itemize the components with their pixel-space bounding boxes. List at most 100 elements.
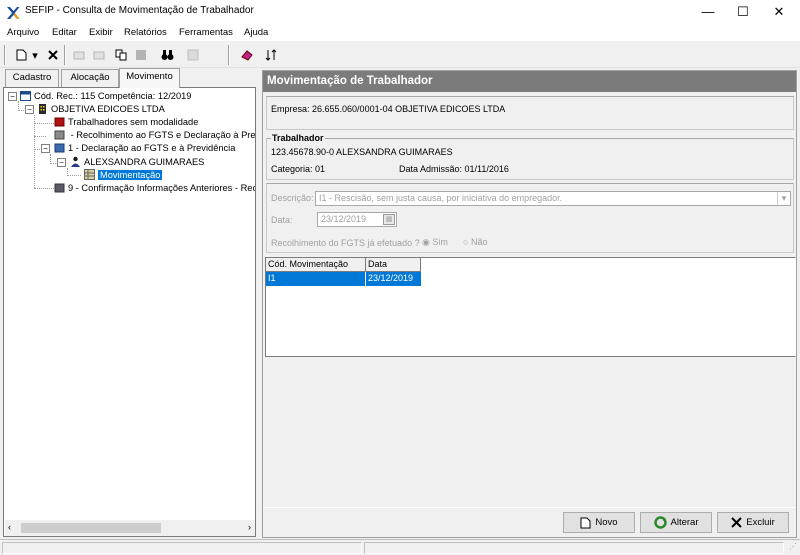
- sefip-logo-icon: [7, 7, 20, 19]
- tree-node-label: OBJETIVA EDICOES LTDA: [51, 104, 165, 114]
- tree-line: [34, 188, 54, 189]
- data-label: Data:: [271, 215, 293, 225]
- status-segment: [2, 542, 362, 554]
- worker-category: Categoria: 01: [271, 164, 326, 174]
- menu-editar[interactable]: Editar: [52, 27, 77, 38]
- calendar-picker-icon[interactable]: ▦: [383, 214, 395, 225]
- tree-node-no-modality[interactable]: Trabalhadores sem modalidade: [54, 116, 198, 129]
- menu-ajuda[interactable]: Ajuda: [244, 27, 268, 38]
- worker-icon: [71, 156, 80, 167]
- refresh-icon: [653, 516, 667, 529]
- new-document-icon[interactable]: [12, 45, 30, 65]
- status-bar: ⋰: [0, 539, 800, 555]
- detail-panel: Movimentação de Trabalhador Empresa: 26.…: [262, 70, 797, 538]
- folder-blue-icon: [54, 143, 65, 153]
- radio-nao-label: Não: [470, 237, 488, 247]
- tab-cadastro[interactable]: Cadastro: [5, 69, 59, 87]
- copy-icon[interactable]: [112, 45, 130, 65]
- grid-header-cod[interactable]: Cód. Movimentação: [266, 258, 366, 272]
- tree-node-modality-9[interactable]: 9 - Confirmação Informações Anteriores -…: [54, 182, 256, 195]
- excluir-label: Excluir: [746, 517, 775, 528]
- tab-alocacao[interactable]: Alocação: [61, 69, 119, 87]
- tree-node-label: Trabalhadores sem modalidade: [68, 117, 199, 127]
- worker-info: 123.45678.90-0 ALEXSANDRA GUIMARAES: [271, 147, 453, 157]
- stop-icon[interactable]: [132, 45, 150, 65]
- radio-sim-label: Sim: [432, 237, 448, 247]
- tree-line: [34, 136, 46, 137]
- grid-header-data[interactable]: Data: [366, 258, 421, 272]
- menu-relatorios[interactable]: Relatórios: [124, 27, 167, 38]
- grid-cell-data[interactable]: 23/12/2019: [366, 272, 421, 286]
- building-icon: [39, 104, 46, 114]
- date-field[interactable]: 23/12/2019 ▦: [317, 212, 397, 227]
- folder-grey-icon: [54, 130, 65, 140]
- collapse-toggle-icon[interactable]: −: [25, 105, 34, 114]
- radio-nao[interactable]: ○ Não: [463, 237, 487, 247]
- toolbar: ▾: [0, 42, 800, 68]
- left-panel: Cadastro Alocação Movimento − − − − Cód.…: [3, 68, 258, 538]
- descricao-label: Descrição:: [271, 193, 314, 203]
- grid-cell-cod[interactable]: I1: [266, 272, 366, 286]
- chevron-down-icon[interactable]: ▾: [777, 192, 790, 205]
- menu-arquivo[interactable]: Arquivo: [7, 27, 39, 38]
- toolbar-separator: [64, 45, 66, 65]
- tab-movimento[interactable]: Movimento: [119, 68, 180, 88]
- excluir-button[interactable]: Excluir: [717, 512, 789, 533]
- tree-node-label: Movimentação: [98, 170, 163, 180]
- button-area: Novo Alterar Excluir: [263, 507, 796, 537]
- tree-line: [67, 175, 81, 176]
- move-down-icon[interactable]: [90, 45, 108, 65]
- menu-bar: Arquivo Editar Exibir Relatórios Ferrame…: [0, 25, 800, 41]
- movement-grid[interactable]: Cód. Movimentação Data I1 23/12/2019: [265, 257, 796, 357]
- collapse-toggle-icon[interactable]: −: [57, 158, 66, 167]
- panel-title: Movimentação de Trabalhador: [263, 71, 796, 92]
- delete-icon[interactable]: [44, 45, 62, 65]
- toolbar-separator: [4, 45, 6, 65]
- company-tree[interactable]: − − − − Cód. Rec.: 115 Competência: 12/2…: [3, 87, 256, 537]
- tree-line: [34, 123, 54, 124]
- novo-label: Novo: [595, 517, 618, 528]
- novo-button[interactable]: Novo: [563, 512, 635, 533]
- dropdown-arrow-icon[interactable]: ▾: [29, 45, 41, 65]
- alterar-label: Alterar: [670, 517, 699, 528]
- calendar-icon: [20, 91, 31, 101]
- maximize-button[interactable]: ☐: [725, 0, 761, 25]
- date-value: 23/12/2019: [321, 214, 367, 224]
- worker-group-title: Trabalhador: [271, 133, 325, 143]
- folder-grey-icon: [54, 183, 65, 193]
- worker-admission-date: Data Admissão: 01/11/2016: [399, 164, 509, 174]
- collapse-toggle-icon[interactable]: −: [8, 92, 17, 101]
- resize-grip-icon[interactable]: ⋰: [789, 542, 797, 551]
- minimize-button[interactable]: —: [690, 0, 726, 25]
- menu-ferramentas[interactable]: Ferramentas: [179, 27, 233, 38]
- close-button[interactable]: ✕: [761, 0, 797, 25]
- recolhimento-label: Recolhimento do FGTS já efetuado ?: [271, 238, 420, 248]
- tree-node-movement[interactable]: Movimentação: [84, 169, 163, 182]
- scrollbar-thumb[interactable]: [21, 523, 161, 533]
- alterar-button[interactable]: Alterar: [640, 512, 712, 533]
- tree-node-root[interactable]: Cód. Rec.: 115 Competência: 12/2019: [20, 90, 191, 103]
- horizontal-scrollbar[interactable]: ‹ ›: [5, 520, 255, 536]
- company-info: Empresa: 26.655.060/0001-04 OBJETIVA EDI…: [271, 104, 506, 114]
- tree-node-modality-1[interactable]: 1 - Declaração ao FGTS e à Previdência: [54, 142, 235, 155]
- title-bar: SEFIP - Consulta de Movimentação de Trab…: [0, 0, 800, 25]
- menu-exibir[interactable]: Exibir: [89, 27, 113, 38]
- move-up-icon[interactable]: [70, 45, 88, 65]
- radio-sim[interactable]: ◉ Sim: [422, 237, 448, 248]
- scroll-right-icon[interactable]: ›: [248, 522, 251, 532]
- tree-node-modality-blank[interactable]: - Recolhimento ao FGTS e Declaração à Pr…: [54, 129, 255, 142]
- sort-icon[interactable]: [262, 45, 280, 65]
- tree-node-worker[interactable]: ALEXSANDRA GUIMARAES: [70, 156, 204, 169]
- scroll-left-icon[interactable]: ‹: [8, 522, 11, 532]
- collapse-toggle-icon[interactable]: −: [41, 144, 50, 153]
- calculator-icon[interactable]: [184, 45, 202, 65]
- status-segment: [364, 542, 784, 554]
- company-group: Empresa: 26.655.060/0001-04 OBJETIVA EDI…: [266, 96, 794, 130]
- find-binoculars-icon[interactable]: [158, 45, 176, 65]
- eraser-icon[interactable]: [238, 45, 256, 65]
- folder-red-icon: [54, 117, 65, 127]
- descricao-select[interactable]: I1 - Rescisão, sem justa causa, por inic…: [315, 191, 791, 206]
- delete-x-icon: [731, 517, 742, 528]
- tree-node-company[interactable]: OBJETIVA EDICOES LTDA: [37, 103, 165, 116]
- tree-node-label: 9 - Confirmação Informações Anteriores -…: [68, 183, 256, 193]
